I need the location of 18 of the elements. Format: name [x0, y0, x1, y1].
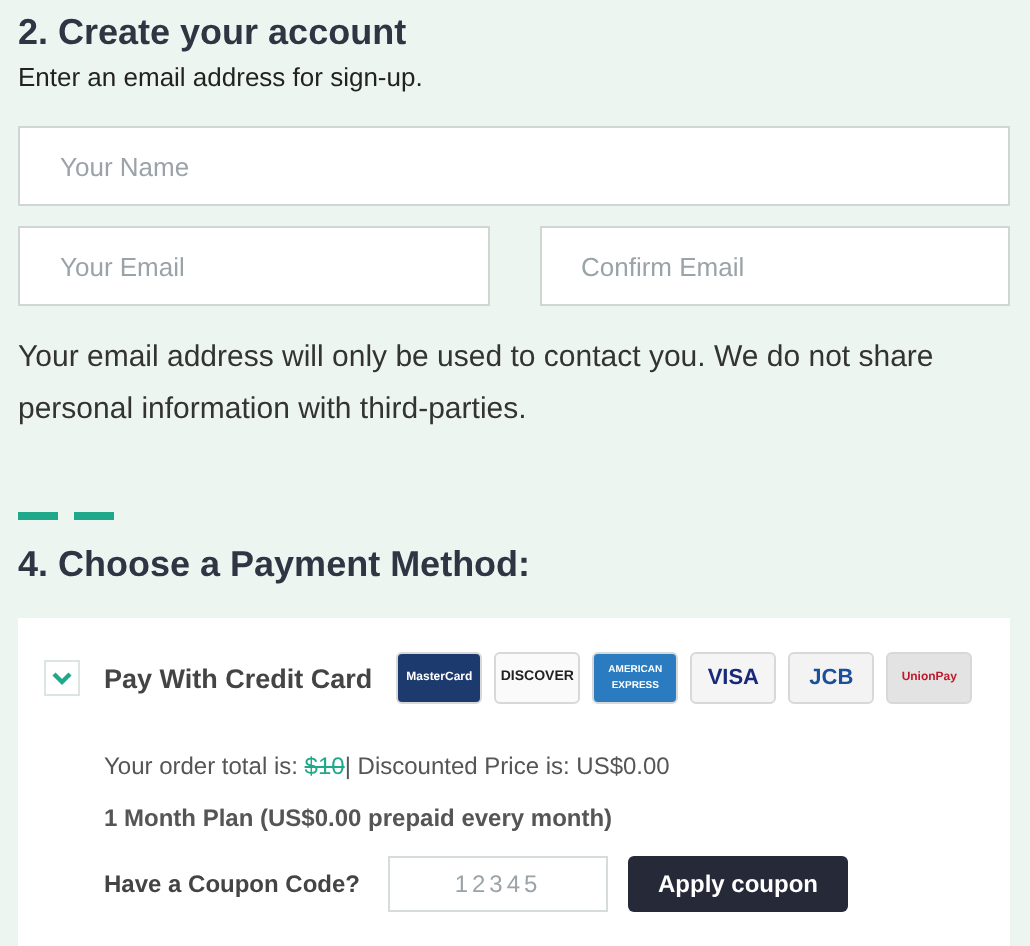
plan-text: 1 Month Plan (US$0.00 prepaid every month) [104, 804, 615, 832]
email-field[interactable]: Confirm Email [539, 226, 1010, 306]
expand-toggle[interactable] [44, 660, 80, 696]
step-indicator-icon [18, 512, 118, 520]
privacy-note: Your email address will only be used to contact you. We do not share personal information with third-parties. [18, 338, 936, 430]
chevron-icon [50, 670, 74, 686]
coupon-label: Have a Coupon Code? [104, 870, 363, 898]
apply-coupon-button[interactable]: Apply coupon [628, 856, 848, 912]
card-logo: VISA [690, 652, 777, 704]
section-subtitle: Enter an email address for sign-up. [18, 62, 425, 92]
payment-method-label: Pay With Credit Card [104, 663, 373, 693]
name-field[interactable]: Your Name [18, 126, 1010, 206]
section-title: 2. Create your account [18, 12, 409, 54]
order-total: Your order total is: $10| Discounted Price is: US$0.00 [104, 752, 672, 780]
coupon-field[interactable]: 12345 [388, 856, 608, 912]
card-logo: JCB [788, 652, 875, 704]
section-title: 4. Choose a Payment Method: [18, 544, 533, 586]
email-field[interactable]: Your Email [18, 226, 489, 306]
